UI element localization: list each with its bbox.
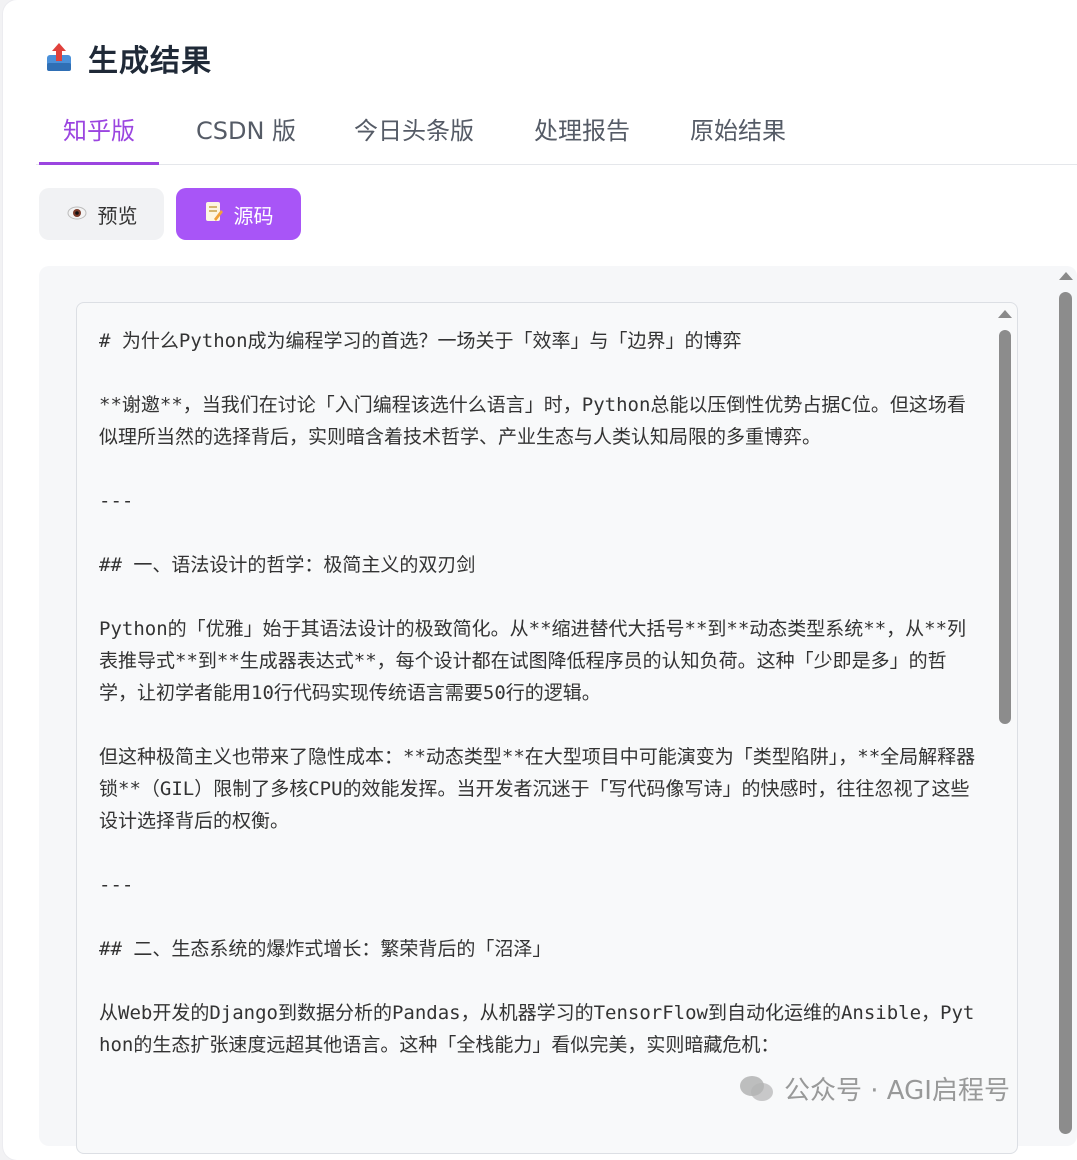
- tab-report[interactable]: 处理报告: [520, 104, 644, 162]
- tab-raw[interactable]: 原始结果: [676, 104, 800, 162]
- upload-tray-icon: [44, 41, 74, 75]
- source-button-label: 源码: [233, 203, 274, 228]
- source-textarea[interactable]: # 为什么Python成为编程学习的首选？一场关于「效率」与「边界」的博弈 **…: [76, 302, 1018, 1154]
- tab-toutiao[interactable]: 今日头条版: [340, 104, 488, 162]
- preview-button[interactable]: 预览: [39, 188, 164, 240]
- document-edit-icon: [204, 201, 224, 228]
- watermark: 公众号 · AGI启程号: [738, 1070, 1010, 1107]
- editor-scrollbar-thumb[interactable]: [999, 330, 1011, 724]
- tab-csdn[interactable]: CSDN 版: [176, 104, 316, 162]
- editor-scroll-up-arrow[interactable]: [998, 310, 1012, 318]
- wechat-icon: [738, 1074, 774, 1104]
- watermark-text: 公众号 · AGI启程号: [784, 1076, 1010, 1106]
- page-header: 生成结果: [44, 36, 212, 80]
- tab-zhihu[interactable]: 知乎版: [39, 104, 159, 165]
- page-scrollbar-thumb[interactable]: [1059, 292, 1072, 1134]
- result-tabs: 知乎版 CSDN 版 今日头条版 处理报告 原始结果: [36, 104, 1077, 165]
- source-text: # 为什么Python成为编程学习的首选？一场关于「效率」与「边界」的博弈 **…: [99, 330, 976, 1056]
- eye-icon: [66, 202, 88, 226]
- source-button[interactable]: 源码: [176, 188, 301, 240]
- page-title: 生成结果: [88, 44, 212, 79]
- preview-button-label: 预览: [97, 203, 138, 228]
- page-scroll-up-arrow[interactable]: [1059, 272, 1073, 280]
